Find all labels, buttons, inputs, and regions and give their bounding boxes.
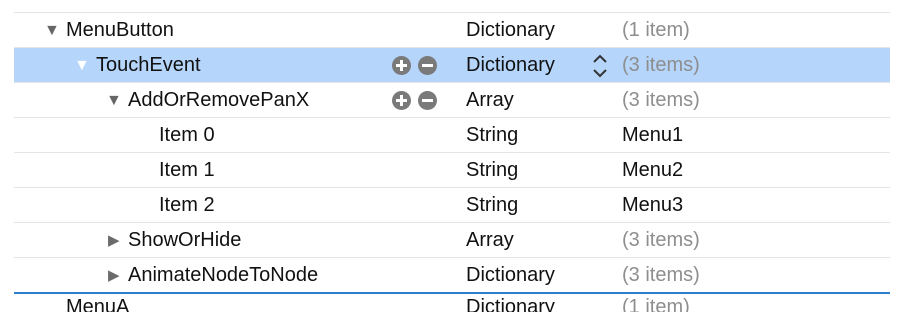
row-value[interactable]: Menu3 <box>622 188 683 223</box>
row-value: (1 item) <box>622 296 690 312</box>
row-item-2[interactable]: Item 2 String Menu3 <box>14 188 890 223</box>
row-type[interactable]: Dictionary <box>466 48 555 83</box>
row-type[interactable]: Dictionary <box>466 13 555 48</box>
row-type[interactable]: String <box>466 118 518 153</box>
row-type[interactable]: Dictionary <box>466 258 555 293</box>
row-key: TouchEvent <box>96 54 201 76</box>
up-down-chevron-icon[interactable] <box>592 53 608 79</box>
plus-circle-icon[interactable] <box>392 56 411 75</box>
row-partial-next[interactable]: MenuA Dictionary (1 item) <box>14 294 890 312</box>
row-addorremovepanx[interactable]: ▼ AddOrRemovePanX Array (3 items) <box>14 83 890 118</box>
row-touchevent[interactable]: ▼ TouchEvent Dictionary (3 items) <box>14 48 890 83</box>
row-type[interactable]: Array <box>466 223 514 258</box>
row-item-0[interactable]: Item 0 String Menu1 <box>14 118 890 153</box>
row-item-1[interactable]: Item 1 String Menu2 <box>14 153 890 188</box>
row-type[interactable]: String <box>466 188 518 223</box>
row-value[interactable]: Menu2 <box>622 153 683 188</box>
row-value: (3 items) <box>622 229 700 251</box>
minus-circle-icon[interactable] <box>418 56 437 75</box>
minus-circle-icon[interactable] <box>418 91 437 110</box>
property-list-editor: ▼ MenuButton Dictionary (1 item) ▼ Touch… <box>0 0 908 312</box>
row-type: Dictionary <box>466 296 555 312</box>
disclosure-right-icon[interactable]: ▶ <box>108 223 130 258</box>
row-type[interactable]: String <box>466 153 518 188</box>
row-showorhide[interactable]: ▶ ShowOrHide Array (3 items) <box>14 223 890 258</box>
disclosure-down-icon[interactable]: ▼ <box>44 13 66 48</box>
disclosure-down-icon[interactable]: ▼ <box>74 48 96 83</box>
row-key: AddOrRemovePanX <box>128 89 310 111</box>
row-menubutton[interactable]: ▼ MenuButton Dictionary (1 item) <box>14 13 890 48</box>
disclosure-down-icon[interactable]: ▼ <box>106 83 128 118</box>
row-key: MenuA <box>66 296 130 312</box>
row-value[interactable]: Menu1 <box>622 118 683 153</box>
row-animatenodetonode[interactable]: ▶ AnimateNodeToNode Dictionary (3 items) <box>14 258 890 293</box>
plus-circle-icon[interactable] <box>392 91 411 110</box>
row-key: Item 2 <box>159 194 215 216</box>
row-key: Item 1 <box>159 159 215 181</box>
row-key: AnimateNodeToNode <box>128 264 319 286</box>
row-value: (3 items) <box>622 264 700 286</box>
disclosure-right-icon[interactable]: ▶ <box>108 258 130 293</box>
row-type[interactable]: Array <box>466 83 514 118</box>
row-key: Item 0 <box>159 124 215 146</box>
row-value: (3 items) <box>622 54 700 76</box>
row-value: (3 items) <box>622 89 700 111</box>
row-key: ShowOrHide <box>128 229 242 251</box>
row-key: MenuButton <box>66 19 174 41</box>
row-value: (1 item) <box>622 19 690 41</box>
